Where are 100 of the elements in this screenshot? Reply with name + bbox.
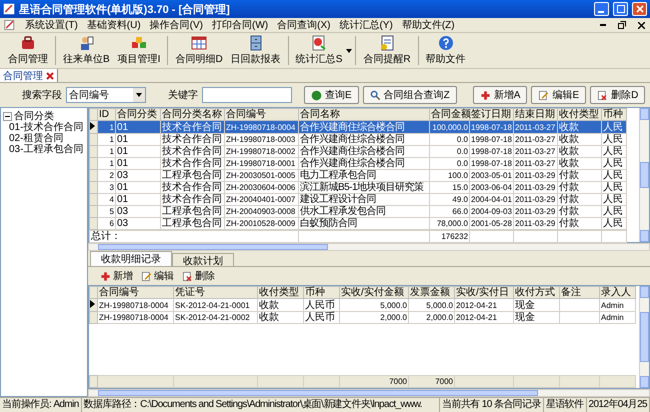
maximize-icon (616, 5, 624, 13)
column-header[interactable]: 合同分类 (116, 108, 160, 120)
close-icon[interactable] (46, 72, 54, 80)
horizontal-scrollbar[interactable] (88, 243, 650, 252)
column-header[interactable]: 备注 (560, 286, 600, 299)
table-cell: 合作兴建商住综合楼合同 (298, 146, 430, 158)
toolbar-button[interactable]: 新增A (472, 86, 528, 104)
table-cell: 2003-06-04 (470, 182, 514, 194)
toolbar-button[interactable]: 查询E (304, 86, 359, 104)
column-header[interactable]: 币种 (304, 286, 340, 299)
toolbar-button[interactable]: 日回款报表 (226, 34, 285, 67)
menu-item[interactable]: 统计汇总(Y) (339, 18, 393, 32)
table-cell: 1998-07-18 (470, 146, 514, 158)
table-cell: 01 (116, 134, 160, 146)
column-header[interactable]: 收付类型 (258, 286, 304, 299)
column-header[interactable]: 结束日期 (514, 108, 558, 120)
column-header[interactable]: 收付方式 (514, 286, 560, 299)
column-header[interactable]: 合同名称 (298, 108, 430, 120)
table-cell: 2011-03-29 (514, 206, 558, 218)
table-cell: 人民币 (304, 298, 340, 312)
maximize-button[interactable] (613, 2, 628, 16)
menu-item[interactable]: 帮助文件(Z) (402, 18, 455, 32)
tree-item[interactable]: 02-租赁合同 (9, 133, 64, 144)
pencil-icon (538, 90, 550, 100)
column-header[interactable]: 合同分类名称 (160, 108, 224, 120)
column-header[interactable]: 合同金额 (430, 108, 470, 120)
total-value: 7000 (408, 375, 454, 388)
toolbar-button[interactable]: 编辑E (531, 86, 586, 104)
column-header[interactable]: 币种 (602, 108, 626, 120)
toolbar-button[interactable]: 帮助文件 (422, 34, 470, 67)
minimize-icon (600, 24, 606, 26)
tab[interactable]: 收款明细记录 (90, 251, 172, 266)
table-cell: 付款 (558, 182, 602, 194)
status-text: 2012年04月25 (586, 398, 650, 412)
toolbar-button[interactable]: 项目管理I (114, 34, 164, 67)
vertical-scrollbar[interactable] (639, 286, 649, 388)
close-icon (636, 5, 644, 13)
toolbar-button[interactable]: 删除D (590, 86, 646, 104)
document-tab[interactable]: 合同管理 (0, 69, 58, 82)
menu-item[interactable]: 合同查询(X) (277, 18, 330, 32)
dropdown-arrow-icon[interactable] (346, 48, 352, 52)
menu-item[interactable]: 打印合同(W) (212, 18, 268, 32)
menu-item[interactable]: 系统设置(T) (25, 18, 78, 32)
cubes-icon (131, 35, 148, 51)
table-cell: 1998-07-18 (470, 158, 514, 170)
table-cell: 2003-05-01 (470, 170, 514, 182)
table-cell: 1998-07-18 (470, 120, 514, 134)
column-header[interactable]: 实收/实付金额 (340, 286, 408, 299)
toolbar-button[interactable]: 编辑 (141, 269, 174, 284)
tab[interactable]: 收款计划 (172, 253, 234, 266)
table-cell: 2011-03-27 (514, 120, 558, 134)
table-cell: 付款 (558, 206, 602, 218)
restore-button[interactable] (617, 20, 627, 30)
toolbar-button[interactable]: 合同提醒R (359, 34, 415, 67)
table-cell: 技术合作合同 (160, 134, 224, 146)
table-cell: 2011-03-29 (514, 218, 558, 230)
column-header[interactable]: 合同编号 (98, 286, 174, 299)
toolbar-button[interactable]: 删除 (182, 269, 215, 284)
table-cell: 2011-03-29 (514, 194, 558, 206)
column-header[interactable]: 凭证号 (174, 286, 258, 299)
search-field-dropdown[interactable]: 合同编号 (66, 87, 146, 103)
menu-item[interactable]: 操作合同(V) (150, 18, 204, 32)
window-title: 星语合同管理软件(单机版)3.70 - [合同管理] (19, 2, 231, 16)
toolbar-button[interactable]: 合同管理 (4, 34, 52, 67)
tree-item[interactable]: 03-工程承包合同 (9, 144, 84, 155)
table-cell: ZH-19980718-0002 (224, 146, 298, 158)
keyword-field[interactable] (202, 87, 292, 103)
close-button[interactable] (636, 20, 646, 30)
toolbar-button[interactable]: 往来单位B (59, 34, 114, 67)
toolbar-button[interactable]: 统计汇总S (292, 34, 346, 67)
menu-item[interactable]: 基础资料(U) (86, 18, 141, 32)
table-cell: 合作兴建商住综合楼合同 (298, 134, 430, 146)
tree-item[interactable]: 01-技术合作合同 (9, 122, 84, 133)
column-header[interactable]: 收付类型 (558, 108, 602, 120)
table-cell: ZH-20030501-0005 (224, 170, 298, 182)
table-cell: SK-2012-04-21-0002 (174, 312, 258, 324)
table-cell: 2011-03-29 (514, 182, 558, 194)
toolbar-button[interactable]: 新增 (100, 269, 133, 284)
column-header[interactable]: 录入人 (600, 286, 636, 299)
briefcase-icon (20, 35, 36, 51)
toolbar-button[interactable]: 合同组合查询Z (362, 86, 457, 104)
column-header[interactable]: 合同编号 (224, 108, 298, 120)
table-cell: 2004-04-01 (470, 194, 514, 206)
tree-item[interactable]: 合同分类 (14, 111, 54, 122)
table-cell: ZH-19980718-0004 (98, 312, 174, 324)
table-cell: 现金 (514, 298, 560, 312)
table-cell: ZH-20030604-0006 (224, 182, 298, 194)
toolbar-button[interactable]: 合同明细D (171, 34, 227, 67)
column-header[interactable]: 发票金额 (408, 286, 454, 299)
table-cell: 03 (116, 170, 160, 182)
table-cell: ZH-19980718-0004 (98, 298, 174, 312)
table-cell: 2012-04-21 (454, 312, 514, 324)
table-cell: 2004-09-03 (470, 206, 514, 218)
column-header[interactable]: 签订日期 (470, 108, 514, 120)
column-header[interactable]: 实收/实付日 (454, 286, 514, 299)
column-header[interactable]: ID (98, 108, 116, 120)
table-cell: 合作兴建商住综合楼合同 (298, 158, 430, 170)
collapse-icon[interactable] (3, 112, 12, 121)
delete-icon (597, 90, 608, 100)
vertical-scrollbar[interactable] (639, 108, 649, 242)
